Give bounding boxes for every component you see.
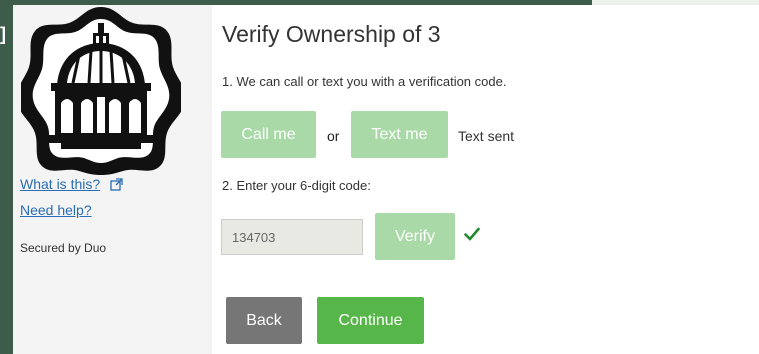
- main-panel: Verify Ownership of 3 1. We can call or …: [212, 5, 759, 354]
- sidebar: What is this? Need help? Secured by Duo: [13, 5, 212, 354]
- or-label: or: [327, 128, 340, 144]
- bracket-glyph: ]: [0, 24, 6, 44]
- need-help-link[interactable]: Need help?: [20, 202, 92, 218]
- page-title: Verify Ownership of 3: [222, 21, 441, 47]
- verification-code-input[interactable]: [221, 219, 363, 255]
- step-2-instruction: 2. Enter your 6-digit code:: [222, 178, 371, 193]
- checkmark-icon: [464, 227, 480, 241]
- secured-by-duo-text: Secured by Duo: [20, 241, 107, 255]
- step-1-instruction: 1. We can call or text you with a verifi…: [222, 74, 507, 89]
- verify-button[interactable]: Verify: [375, 213, 455, 260]
- back-button[interactable]: Back: [226, 297, 302, 344]
- continue-button[interactable]: Continue: [317, 297, 424, 344]
- what-is-this-link[interactable]: What is this?: [20, 176, 100, 192]
- text-me-button[interactable]: Text me: [351, 111, 448, 158]
- text-sent-status: Text sent: [458, 128, 515, 144]
- call-me-button[interactable]: Call me: [221, 111, 316, 158]
- building-dome-logo: [21, 7, 181, 175]
- external-link-icon[interactable]: [110, 178, 123, 191]
